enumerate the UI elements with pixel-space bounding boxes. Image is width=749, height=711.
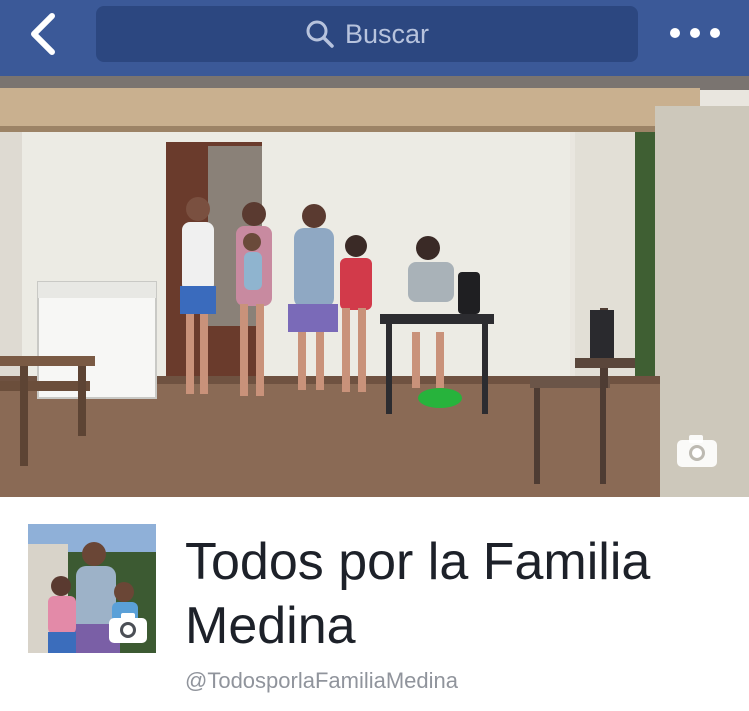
page-title: Todos por la Familia Medina — [185, 533, 651, 655]
top-navbar: Buscar — [0, 0, 749, 76]
back-button[interactable] — [22, 10, 66, 58]
profile-picture[interactable] — [28, 524, 156, 653]
search-placeholder: Buscar — [344, 18, 430, 49]
camera-icon[interactable] — [676, 434, 718, 468]
more-options-button[interactable] — [670, 22, 720, 44]
search-bar[interactable]: Buscar — [96, 6, 638, 62]
more-dot — [710, 28, 720, 38]
cover-photo-scene — [0, 76, 749, 497]
more-dot — [690, 28, 700, 38]
cover-photo[interactable] — [0, 76, 749, 497]
chevron-left-icon — [31, 13, 55, 55]
search-icon — [306, 20, 334, 48]
more-dots-icon — [670, 28, 680, 38]
page-handle: @TodosporlaFamiliaMedina — [185, 668, 459, 693]
camera-icon[interactable] — [108, 612, 148, 644]
